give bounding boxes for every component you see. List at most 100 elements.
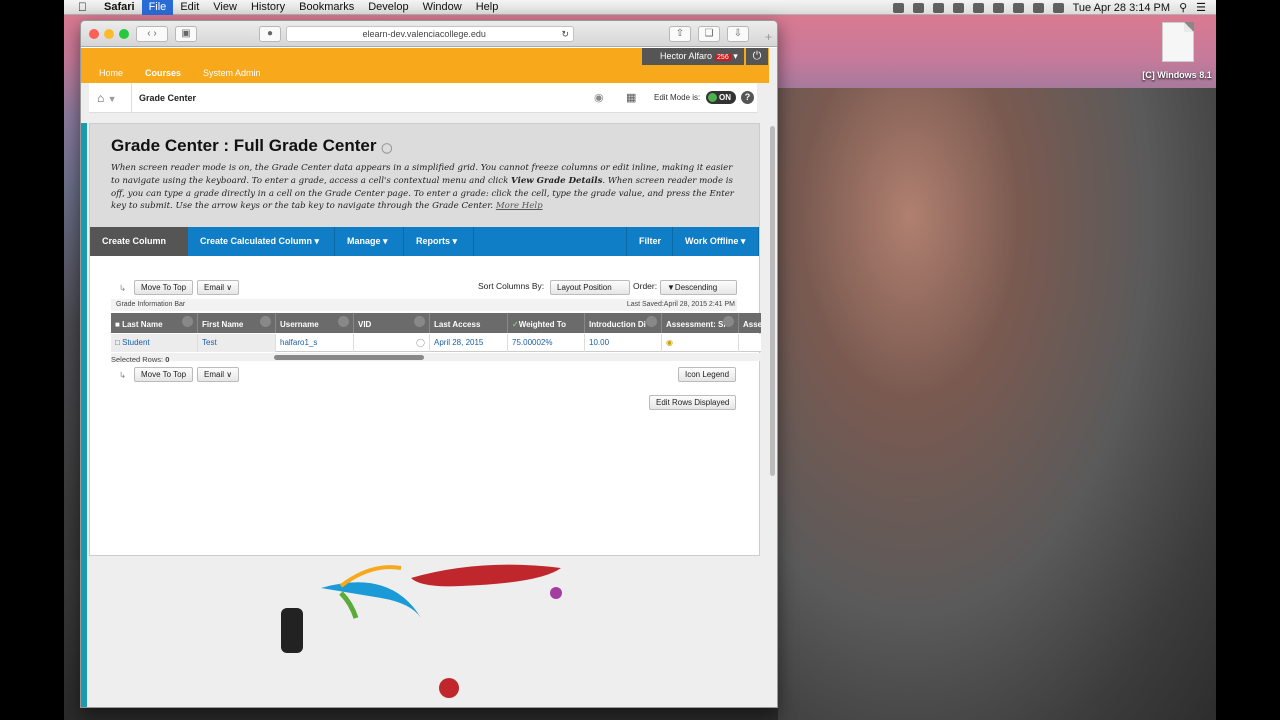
chart-icon[interactable]: ▦ bbox=[626, 91, 636, 104]
spotlight-icon[interactable]: ⚲ bbox=[1179, 1, 1187, 14]
col-assessment-label: Assessment: Si bbox=[666, 320, 726, 329]
create-calculated-column-label: Create Calculated Column bbox=[200, 236, 313, 246]
cell-menu-icon[interactable]: ◯ bbox=[416, 334, 425, 352]
notification-center-icon[interactable]: ☰ bbox=[1196, 1, 1206, 14]
menu-develop[interactable]: Develop bbox=[361, 0, 415, 15]
page-title: Grade Center : Full Grade Center ◯ bbox=[111, 136, 392, 156]
tab-home[interactable]: Home bbox=[99, 68, 123, 78]
col-first-name[interactable]: First Name bbox=[198, 313, 276, 333]
menu-history[interactable]: History bbox=[244, 0, 292, 15]
battery-icon[interactable] bbox=[1052, 2, 1064, 13]
back-forward-buttons[interactable]: ‹ › bbox=[136, 26, 168, 42]
grid-scrollbar[interactable] bbox=[111, 353, 761, 361]
status-icon[interactable] bbox=[892, 2, 904, 13]
manage-menu[interactable]: Manage ▾ bbox=[335, 227, 404, 256]
share-icon[interactable]: ⇧ bbox=[669, 26, 691, 42]
menu-help[interactable]: Help bbox=[469, 0, 506, 15]
grid-scrollbar-thumb[interactable] bbox=[274, 355, 424, 360]
desktop:  Safari File Edit View History Bookmark… bbox=[64, 0, 1216, 720]
col-menu-icon[interactable] bbox=[260, 316, 271, 327]
cell-introduction[interactable]: 10.00 bbox=[585, 334, 662, 352]
wifi-icon[interactable] bbox=[1032, 2, 1044, 13]
evernote-icon[interactable] bbox=[952, 2, 964, 13]
bluetooth-icon[interactable] bbox=[1012, 2, 1024, 13]
col-menu-icon[interactable] bbox=[414, 316, 425, 327]
info-bar-label: Grade Information Bar bbox=[116, 301, 186, 308]
icon-legend-button[interactable]: Icon Legend bbox=[678, 367, 737, 382]
menu-edit[interactable]: Edit bbox=[173, 0, 206, 15]
col-menu-icon[interactable] bbox=[723, 316, 734, 327]
more-help-link[interactable]: More Help bbox=[496, 201, 543, 211]
drive-icon[interactable] bbox=[932, 2, 944, 13]
create-column-button[interactable]: Create Column bbox=[90, 227, 188, 256]
reports-menu[interactable]: Reports ▾ bbox=[404, 227, 474, 256]
help-icon[interactable]: ? bbox=[741, 91, 754, 104]
dropbox-icon[interactable] bbox=[912, 2, 924, 13]
cell-last-access[interactable]: April 28, 2015 bbox=[430, 334, 508, 352]
edit-mode-toggle[interactable]: ON bbox=[706, 91, 736, 104]
menu-view[interactable]: View bbox=[206, 0, 244, 15]
clock[interactable]: Tue Apr 28 3:14 PM bbox=[1073, 2, 1170, 14]
col-introduction-label: Introduction Di bbox=[589, 320, 646, 329]
col-last-name[interactable]: ■ Last Name bbox=[111, 313, 198, 333]
reload-icon[interactable]: ↻ bbox=[561, 27, 573, 42]
tab-system-admin[interactable]: System Admin bbox=[203, 68, 261, 78]
col-vid[interactable]: VID bbox=[354, 313, 430, 333]
close-window-button[interactable] bbox=[89, 29, 99, 39]
col-introduction[interactable]: Introduction Di bbox=[585, 313, 662, 333]
tabs-icon[interactable]: ❏ bbox=[698, 26, 720, 42]
record-icon[interactable] bbox=[972, 2, 984, 13]
cell-last-name[interactable]: □ Student bbox=[111, 334, 198, 352]
edit-rows-displayed-button[interactable]: Edit Rows Displayed bbox=[649, 395, 737, 410]
download-icon[interactable]: ⇩ bbox=[727, 26, 749, 42]
sort-columns-select[interactable]: Layout Position bbox=[550, 280, 630, 295]
tab-bar: Home Courses System Admin bbox=[99, 68, 261, 78]
email-label: Email bbox=[204, 283, 225, 292]
cell-assessment-2[interactable] bbox=[739, 334, 761, 352]
col-assessment[interactable]: Assessment: Si bbox=[662, 313, 739, 333]
col-weighted-total[interactable]: ✓Weighted To bbox=[508, 313, 585, 333]
col-last-access[interactable]: Last Access bbox=[430, 313, 508, 333]
page-title-text: Grade Center : Full Grade Center bbox=[111, 136, 377, 155]
create-calculated-column-button[interactable]: Create Calculated Column ▾ bbox=[188, 227, 335, 256]
tab-courses[interactable]: Courses bbox=[145, 68, 181, 78]
address-bar[interactable]: elearn-dev.valenciacollege.edu ↻ bbox=[286, 26, 574, 42]
menu-window[interactable]: Window bbox=[416, 0, 469, 15]
cell-assessment[interactable]: ◉ bbox=[662, 334, 739, 352]
minimize-window-button[interactable] bbox=[104, 29, 114, 39]
email-button-bottom[interactable]: Email ∨ bbox=[197, 367, 240, 382]
order-select[interactable]: ▼Descending bbox=[660, 280, 737, 295]
apple-menu-icon[interactable]:  bbox=[64, 0, 97, 15]
cell-vid[interactable]: ◯ bbox=[354, 334, 430, 352]
col-menu-icon[interactable] bbox=[182, 316, 193, 327]
title-menu-icon[interactable]: ◯ bbox=[381, 143, 392, 154]
work-offline-menu[interactable]: Work Offline ▾ bbox=[673, 227, 759, 256]
move-to-top-button[interactable]: Move To Top bbox=[134, 280, 194, 295]
file-icon[interactable] bbox=[1162, 22, 1194, 62]
new-tab-icon[interactable]: + bbox=[765, 31, 777, 45]
page-scrollbar[interactable] bbox=[770, 126, 775, 476]
eye-icon[interactable]: ◉ bbox=[594, 91, 604, 104]
email-button[interactable]: Email ∨ bbox=[197, 280, 240, 295]
logout-icon[interactable]: ⏻ bbox=[746, 48, 768, 65]
menu-file[interactable]: File bbox=[141, 0, 174, 15]
time-machine-icon[interactable] bbox=[992, 2, 1004, 13]
col-menu-icon[interactable] bbox=[646, 316, 657, 327]
menu-bookmarks[interactable]: Bookmarks bbox=[292, 0, 361, 15]
cell-weighted-total[interactable]: 75.00002% bbox=[508, 334, 585, 352]
decorative-graffiti bbox=[281, 564, 562, 698]
cell-first-name[interactable]: Test bbox=[198, 334, 276, 352]
notification-badge[interactable]: 256 bbox=[715, 54, 731, 61]
home-icon[interactable]: ⌂ ▼ bbox=[97, 91, 117, 105]
cell-username[interactable]: halfaro1_s bbox=[276, 334, 354, 352]
col-username[interactable]: Username bbox=[276, 313, 354, 333]
zoom-window-button[interactable] bbox=[119, 29, 129, 39]
user-menu[interactable]: Hector Alfaro 256 ▾ bbox=[642, 48, 744, 65]
col-assessment-2[interactable]: Assess bbox=[739, 313, 761, 333]
col-menu-icon[interactable] bbox=[338, 316, 349, 327]
privacy-icon[interactable]: ● bbox=[259, 26, 281, 42]
filter-button[interactable]: Filter bbox=[626, 227, 673, 256]
move-to-top-button-bottom[interactable]: Move To Top bbox=[134, 367, 194, 382]
app-menu[interactable]: Safari bbox=[97, 0, 142, 15]
sidebar-icon[interactable]: ▣ bbox=[175, 26, 197, 42]
